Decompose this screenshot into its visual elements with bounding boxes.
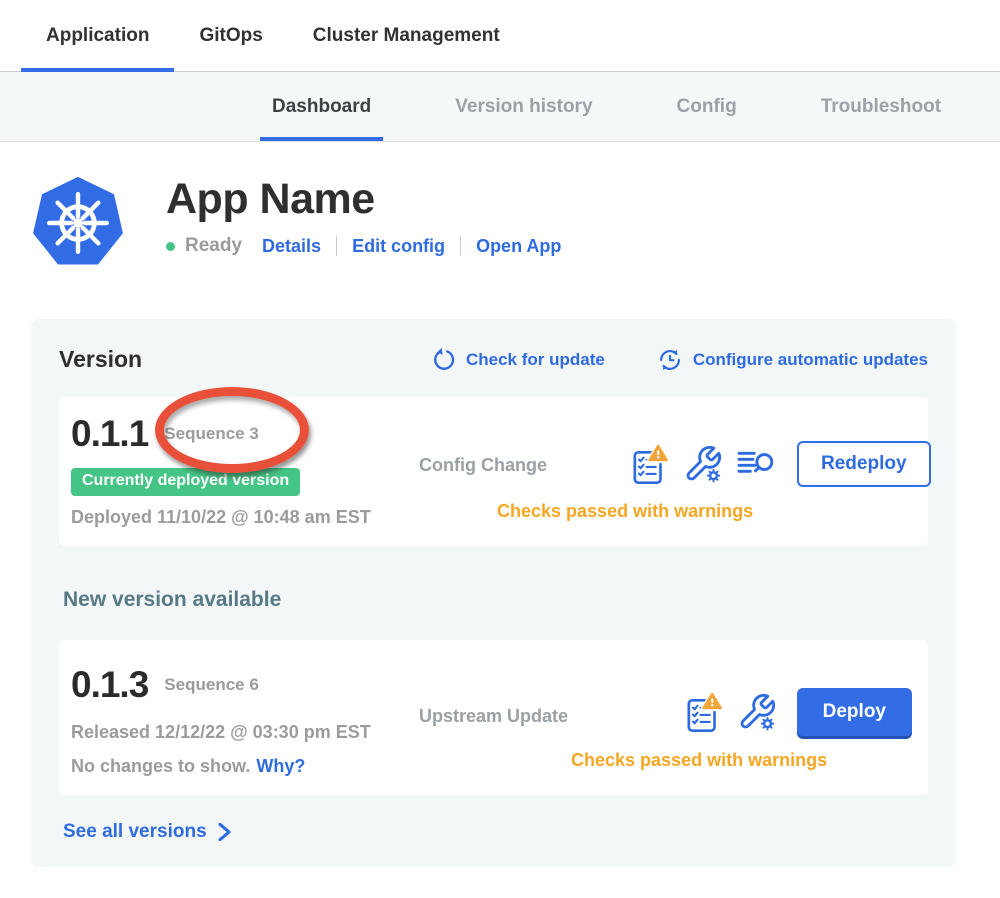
open-app-link[interactable]: Open App: [476, 236, 561, 257]
app-header: App Name Ready Details Edit config Open …: [0, 142, 1000, 271]
why-link[interactable]: Why?: [256, 756, 305, 776]
tab-gitops[interactable]: GitOps: [174, 0, 287, 71]
released-timestamp: Released 12/12/22 @ 03:30 pm EST: [71, 722, 419, 743]
app-status-row: Ready Details Edit config Open App: [166, 235, 561, 257]
redeploy-button[interactable]: Redeploy: [797, 441, 931, 487]
status-label: Ready: [185, 235, 242, 257]
subtab-config[interactable]: Config: [665, 72, 749, 141]
deployed-badge: Currently deployed version: [71, 468, 300, 496]
subtab-version-history[interactable]: Version history: [443, 72, 604, 141]
view-files-search-icon[interactable]: [737, 447, 777, 481]
edit-config-link[interactable]: Edit config: [352, 236, 445, 257]
version-source-label: Upstream Update: [419, 706, 631, 727]
deployed-timestamp: Deployed 11/10/22 @ 10:48 am EST: [71, 507, 419, 528]
available-version-card: 0.1.3 Sequence 6 Released 12/12/22 @ 03:…: [59, 640, 928, 795]
page-title: App Name: [166, 175, 561, 224]
refresh-icon: [430, 347, 456, 373]
auto-update-clock-icon: [657, 347, 683, 373]
tab-cluster-management[interactable]: Cluster Management: [288, 0, 525, 71]
deploy-button[interactable]: Deploy: [797, 688, 912, 736]
version-panel-header: Version Check for update Configure autom…: [59, 346, 928, 373]
divider: [460, 236, 461, 256]
chevron-right-icon: [218, 823, 231, 841]
kubernetes-logo-icon: [30, 175, 126, 271]
see-all-versions-link[interactable]: See all versions: [63, 821, 231, 843]
config-wrench-icon[interactable]: [683, 444, 723, 484]
version-source-label: Config Change: [419, 455, 631, 476]
check-for-update-label: Check for update: [466, 350, 605, 370]
version-number: 0.1.3: [71, 664, 148, 706]
see-all-versions-label: See all versions: [63, 821, 207, 843]
version-number: 0.1.1: [71, 413, 148, 455]
preflight-status-text: Checks passed with warnings: [497, 501, 753, 522]
primary-nav: Application GitOps Cluster Management: [0, 0, 1000, 72]
configure-auto-updates-label: Configure automatic updates: [693, 350, 928, 370]
version-panel-title: Version: [59, 346, 142, 373]
preflight-status-text: Checks passed with warnings: [571, 750, 827, 771]
status-dot: [166, 242, 175, 251]
current-version-card: 0.1.1 Sequence 3 Currently deployed vers…: [59, 397, 928, 546]
preflight-checks-warning-icon[interactable]: [685, 691, 723, 733]
config-wrench-icon[interactable]: [737, 692, 777, 732]
sequence-label: Sequence 6: [164, 675, 259, 695]
preflight-checks-warning-icon[interactable]: [631, 443, 669, 485]
no-changes-text: No changes to show.: [71, 756, 250, 776]
configure-auto-updates-button[interactable]: Configure automatic updates: [657, 347, 928, 373]
divider: [336, 236, 337, 256]
details-link[interactable]: Details: [262, 236, 321, 257]
tab-application[interactable]: Application: [21, 0, 174, 71]
version-panel: Version Check for update Configure autom…: [31, 319, 956, 867]
subtab-troubleshoot[interactable]: Troubleshoot: [809, 72, 953, 141]
new-version-heading: New version available: [63, 588, 928, 612]
sequence-label: Sequence 3: [164, 424, 259, 444]
check-for-update-button[interactable]: Check for update: [430, 347, 605, 373]
app-sub-nav: Dashboard Version history Config Trouble…: [0, 72, 1000, 142]
subtab-dashboard[interactable]: Dashboard: [260, 72, 383, 141]
